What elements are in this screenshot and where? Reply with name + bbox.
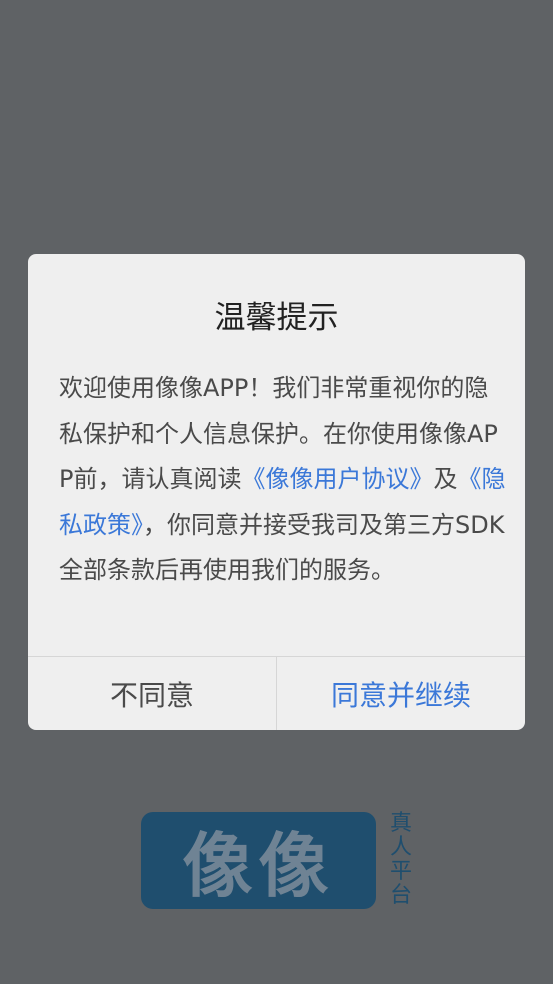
app-logo: 像像	[141, 812, 376, 909]
logo-tagline-char: 平	[389, 859, 412, 884]
privacy-dialog: 温馨提示 欢迎使用像像APP！我们非常重视你的隐私保护和个人信息保护。在你使用像…	[28, 254, 525, 730]
dialog-message: 欢迎使用像像APP！我们非常重视你的隐私保护和个人信息保护。在你使用像像APP前…	[59, 366, 509, 594]
logo-tagline: 真 人 平 台	[387, 812, 415, 908]
agree-continue-button[interactable]: 同意并继续	[277, 657, 525, 730]
logo-text: 像像	[182, 825, 335, 907]
logo-tagline-char: 台	[389, 883, 412, 908]
logo-tagline-char: 真	[389, 811, 412, 836]
decline-button[interactable]: 不同意	[28, 657, 276, 730]
message-text-and: 及	[433, 465, 458, 493]
user-agreement-link[interactable]: 《像像用户协议》	[241, 465, 433, 493]
logo-tagline-char: 人	[389, 835, 412, 860]
dialog-title: 温馨提示	[214, 300, 339, 336]
